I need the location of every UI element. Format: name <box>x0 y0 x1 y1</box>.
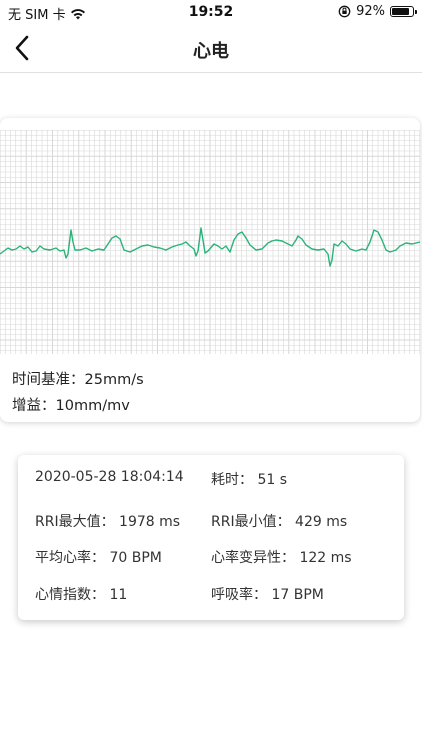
status-bar: 无 SIM 卡 19:52 92% <box>0 0 422 24</box>
hrv-value: 心率变异性： 122 ms <box>211 550 352 566</box>
record-datetime: 2020-05-28 18:04:14 <box>35 469 184 485</box>
duration-value: 耗时： 51 s <box>211 472 288 488</box>
mood-index-value: 心情指数： 11 <box>35 587 128 603</box>
ecg-grid <box>0 130 420 354</box>
orientation-lock-icon <box>338 5 351 18</box>
ecg-card: 时间基准：25mm/s 增益：10mm/mv <box>0 118 420 422</box>
rri-min-value: RRI最小值： 429 ms <box>211 514 348 530</box>
time-base-label: 时间基准：25mm/s <box>12 372 144 388</box>
gain-label: 增益：10mm/mv <box>12 398 130 414</box>
stats-card: 2020-05-28 18:04:14 耗时： 51 s RRI最大值： 197… <box>18 455 404 620</box>
avg-heart-rate-value: 平均心率： 70 BPM <box>35 550 162 566</box>
page-title: 心电 <box>193 41 229 62</box>
battery-percent: 92% <box>356 4 385 19</box>
battery-fill <box>392 8 410 15</box>
battery-icon <box>390 6 417 17</box>
rri-max-value: RRI最大值： 1978 ms <box>35 514 181 530</box>
status-right: 92% <box>338 4 417 19</box>
nav-bar: 心电 <box>0 24 422 73</box>
respiration-rate-value: 呼吸率： 17 BPM <box>211 587 324 603</box>
